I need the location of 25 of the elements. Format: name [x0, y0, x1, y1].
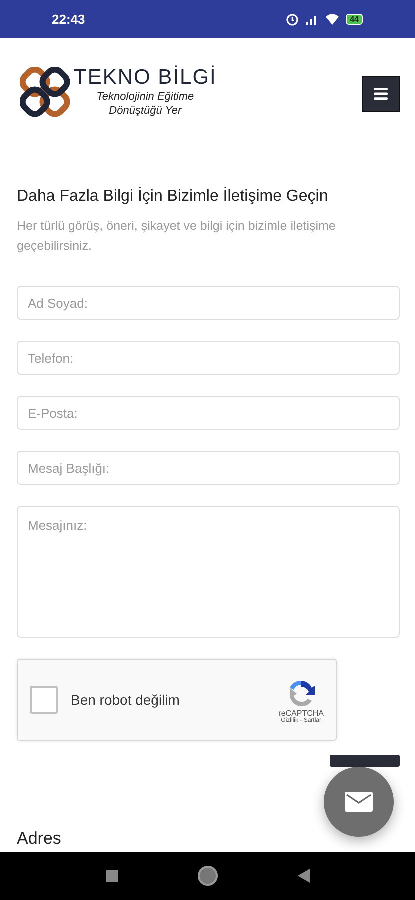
logo-icon: [20, 67, 70, 117]
input-field[interactable]: E-Posta:: [17, 396, 400, 430]
mail-icon: [345, 792, 373, 812]
recents-button[interactable]: [106, 870, 118, 882]
menu-button[interactable]: [362, 76, 400, 112]
input-field[interactable]: Telefon:: [17, 341, 400, 375]
battery-icon: 44: [346, 14, 363, 24]
message-field[interactable]: Mesajınız:: [17, 506, 400, 638]
clock: 22:43: [52, 12, 86, 26]
mail-button[interactable]: [324, 767, 394, 837]
input-field[interactable]: Ad Soyad:: [17, 286, 400, 320]
home-button[interactable]: [198, 866, 218, 886]
checkbox-label: Ben robot değilim: [71, 692, 181, 708]
brand-name: TEKNO BİLGİ: [74, 66, 217, 90]
input-field[interactable]: Mesaj Başlığı:: [17, 451, 400, 485]
captcha-brand: reCAPTCHA: [278, 708, 324, 718]
section-heading: Adres: [17, 829, 62, 849]
back-button[interactable]: [298, 869, 310, 883]
section-description: Her türlü görüş, öneri, şikayet ve bilgi için bizimle iletişime geçebilirsiniz.: [17, 218, 337, 255]
checkbox[interactable]: [30, 686, 58, 714]
wifi-icon: [325, 13, 340, 25]
alarm-icon: [286, 12, 300, 26]
menu-icon: [374, 88, 388, 100]
section-title: Daha Fazla Bilgi İçin Bizimle İletişime Geçin: [17, 188, 330, 206]
tagline: Teknolojinin Eğitime Dönüştüğü Yer: [96, 90, 196, 118]
